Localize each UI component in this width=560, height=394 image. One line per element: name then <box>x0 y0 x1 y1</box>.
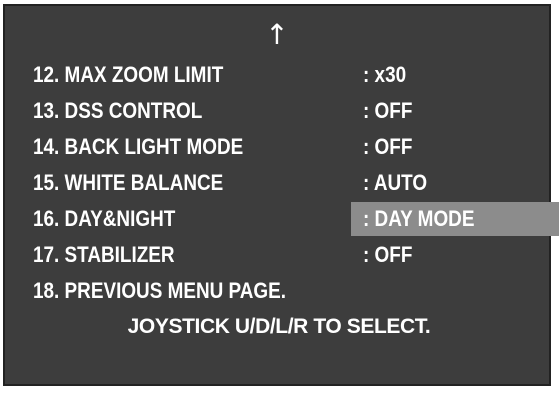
menu-item-value[interactable]: : OFF <box>363 130 412 164</box>
menu-item-label: 15. WHITE BALANCE <box>33 170 224 195</box>
menu-item-value[interactable]: : AUTO <box>363 166 427 200</box>
scroll-up-arrow-icon[interactable]: ↑ <box>5 20 549 50</box>
joystick-instruction-text: JOYSTICK U/D/L/R TO SELECT. <box>127 315 431 338</box>
menu-item-day-night[interactable]: 16. DAY&NIGHT : DAY MODE <box>5 202 559 236</box>
menu-item-max-zoom-limit[interactable]: 12. MAX ZOOM LIMIT : x30 <box>5 58 553 92</box>
menu-item-value[interactable]: : x30 <box>363 58 406 92</box>
menu-item-value[interactable]: : OFF <box>363 94 412 128</box>
menu-item-stabilizer[interactable]: 17. STABILIZER : OFF <box>5 238 553 272</box>
menu-item-previous-menu-page[interactable]: 18. PREVIOUS MENU PAGE. <box>5 274 553 308</box>
footer-instruction: JOYSTICK U/D/L/R TO SELECT. <box>5 310 553 344</box>
osd-menu-screen: ↑ 12. MAX ZOOM LIMIT : x30 13. DSS CONTR… <box>3 4 559 386</box>
menu-item-label: 14. BACK LIGHT MODE <box>33 134 244 159</box>
previous-menu-page-label[interactable]: 18. PREVIOUS MENU PAGE. <box>33 274 286 308</box>
menu-item-value[interactable]: : OFF <box>363 238 412 272</box>
menu-item-label: 12. MAX ZOOM LIMIT <box>33 62 224 87</box>
menu-item-value[interactable]: : DAY MODE <box>363 202 474 236</box>
menu-item-label: 16. DAY&NIGHT <box>33 206 176 231</box>
menu-item-label: 17. STABILIZER <box>33 242 175 267</box>
menu-item-label: 13. DSS CONTROL <box>33 98 203 123</box>
menu-item-dss-control[interactable]: 13. DSS CONTROL : OFF <box>5 94 553 128</box>
menu-item-back-light-mode[interactable]: 14. BACK LIGHT MODE : OFF <box>5 130 553 164</box>
menu-item-white-balance[interactable]: 15. WHITE BALANCE : AUTO <box>5 166 553 200</box>
